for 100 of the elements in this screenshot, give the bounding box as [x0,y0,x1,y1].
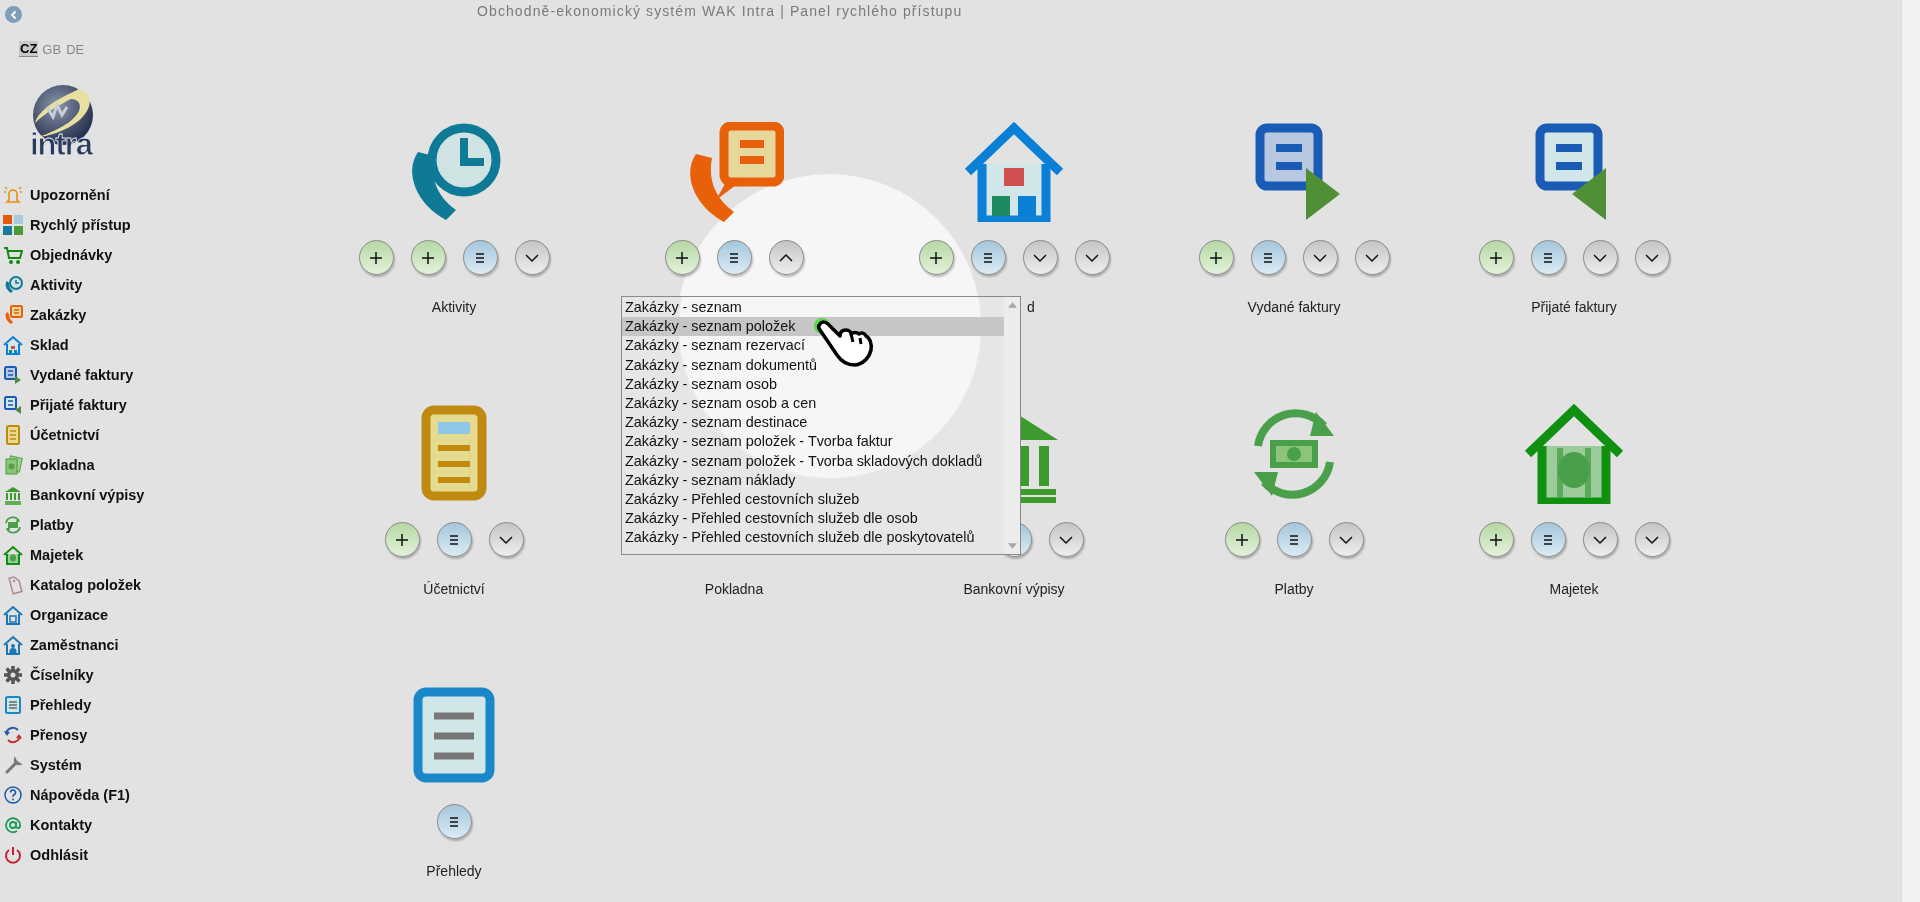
menu-item[interactable]: Účetnictví [0,420,145,450]
expand-button[interactable] [488,522,524,557]
tile-label[interactable]: Účetnictví [423,579,485,599]
menu-item[interactable]: Vydané faktury [0,360,145,390]
expand-button[interactable] [514,240,550,275]
dropdown-option[interactable]: Zakázky - seznam destinace [622,413,1004,433]
squares-icon [3,215,23,235]
expand-button[interactable] [1582,522,1618,557]
tile-label[interactable]: d [1027,297,1035,317]
tile-label[interactable]: Přijaté faktury [1531,297,1617,317]
phone-chat-icon [3,305,23,325]
add-button[interactable] [664,240,700,275]
expand-button[interactable] [1022,240,1058,275]
list-button[interactable] [970,240,1006,275]
help-icon [3,785,23,805]
dropdown-option[interactable]: Zakázky - Přehled cestovních služeb [622,489,1004,510]
menu-item[interactable]: Katalog položek [0,570,145,600]
list-button[interactable] [436,804,472,839]
tile-label[interactable]: Aktivity [431,297,477,317]
language-option[interactable]: CZ [19,41,39,57]
house-icon[interactable] [964,122,1064,222]
add-button[interactable] [1478,240,1514,275]
tile-label[interactable]: Přehledy [426,861,482,881]
list-button[interactable] [462,240,498,275]
dropdown-option[interactable]: Zakázky - seznam dokumentů [622,355,1004,375]
plus-icon [1235,532,1249,547]
menu-item[interactable]: Přijaté faktury [0,390,145,420]
menu-item[interactable]: Systém [0,750,145,780]
add-button[interactable] [410,240,446,275]
menu-item[interactable]: Bankovní výpisy [0,480,145,510]
power-icon [3,845,23,865]
dropdown-option[interactable]: Zakázky - seznam položek [622,317,1004,337]
menu-item[interactable]: Platby [0,510,145,540]
dropdown-option[interactable]: Zakázky - seznam rezervací [622,336,1004,356]
dropdown-option[interactable]: Zakázky - Přehled cestovních služeb dle poskytovatelů [622,528,1004,548]
plus-icon [1489,250,1503,265]
dropdown-option[interactable]: Zakázky - seznam osob a cen [622,393,1004,414]
dropdown-option[interactable]: Zakázky - seznam položek - Tvorba skladových dokladů [622,451,1004,471]
menu-item[interactable]: Aktivity [0,270,145,300]
expand-button[interactable] [1302,240,1338,275]
phone-clock-icon [3,275,23,295]
list-button[interactable] [436,522,472,557]
menu-item[interactable]: Rychlý přístup [0,210,145,240]
list-button[interactable] [1250,240,1286,275]
sync-icon [3,725,23,745]
menu-item[interactable]: Sklad [0,330,145,360]
menu-item[interactable]: Upozornění [0,180,145,210]
cart-icon [3,245,23,265]
menu-item[interactable]: Přenosy [0,720,145,750]
menu-item[interactable]: Objednávky [0,240,145,270]
tile-label[interactable]: Platby [1274,579,1314,599]
menu-icon [1287,532,1301,547]
menu-icon [981,250,995,265]
add-button[interactable] [384,522,420,557]
add-button[interactable] [1478,522,1514,557]
dropdown-option[interactable]: Zakázky - seznam osob [622,374,1004,394]
add-button[interactable] [1198,240,1234,275]
menu-icon [447,532,461,547]
house-icon [3,335,23,355]
document-arrow-icon [3,395,23,415]
list-button[interactable] [1530,240,1566,275]
document-icon [3,695,23,715]
menu-item[interactable]: Nápověda (F1) [0,780,145,810]
menu-item[interactable]: Odhlásit [0,840,145,870]
dropdown-option[interactable]: Zakázky - seznam [622,298,1004,318]
scrollbar[interactable] [1901,0,1920,902]
tile-label[interactable]: Vydané faktury [1247,297,1341,317]
ledger-icon [3,425,23,445]
expand-button[interactable] [1634,240,1670,275]
expand-button[interactable] [1354,240,1390,275]
menu-item[interactable]: Pokladna [0,450,145,480]
add-button[interactable] [1224,522,1260,557]
expand-button[interactable] [1074,240,1110,275]
list-button[interactable] [1276,522,1312,557]
menu-item[interactable]: Zaměstnanci [0,630,145,660]
banknotes-icon [3,455,23,475]
expand-button[interactable] [1048,522,1084,557]
tile-label[interactable]: Majetek [1549,579,1599,599]
plus-icon [421,250,435,265]
back-button[interactable] [5,6,22,23]
dropdown-option[interactable]: Zakázky - seznam náklady [622,470,1004,490]
menu-item[interactable]: Majetek [0,540,145,570]
menu-icon [1541,532,1555,547]
dropdown-option[interactable]: Zakázky - seznam položek - Tvorba faktur [622,432,1004,452]
expand-button[interactable] [1634,522,1670,557]
expand-button[interactable] [1582,240,1618,275]
add-button[interactable] [358,240,394,275]
tile-label[interactable]: Pokladna [704,579,764,599]
menu-item[interactable]: Číselníky [0,660,145,690]
menu-item[interactable]: Kontakty [0,810,145,840]
menu-item[interactable]: Zakázky [0,300,145,330]
expand-button[interactable] [1328,522,1364,557]
list-button[interactable] [1530,522,1566,557]
plus-icon [1209,250,1223,265]
menu-item[interactable]: Přehledy [0,690,145,720]
dropdown-option[interactable]: Zakázky - Přehled cestovních služeb dle osob [622,509,1004,529]
house-icon [3,545,23,565]
menu-item[interactable]: Organizace [0,600,145,630]
tile-label[interactable]: Bankovní výpisy [963,579,1065,599]
house-icon[interactable] [1524,404,1624,504]
